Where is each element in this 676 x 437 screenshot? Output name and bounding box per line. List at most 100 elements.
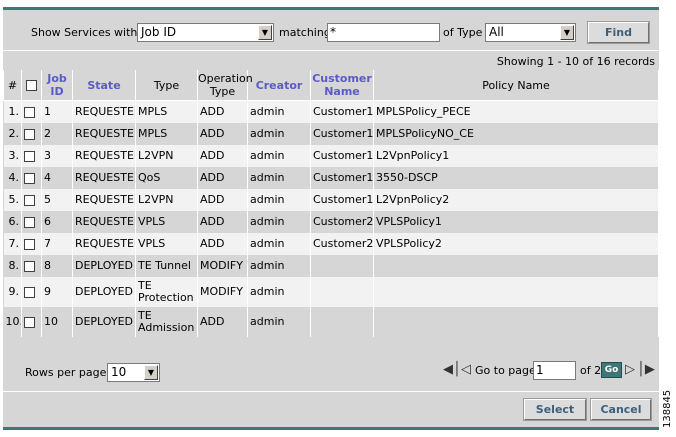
table-row[interactable]: 1. 1REQUESTEDMPLSADDadminCustomer1MPLSPol…: [3, 100, 659, 123]
row-select-checkbox[interactable]: [24, 286, 35, 298]
row-select-checkbox[interactable]: [24, 238, 35, 250]
chevron-down-icon[interactable]: ▼: [560, 25, 574, 40]
col-state-header[interactable]: State: [72, 70, 136, 101]
type-cell: TE Tunnel: [135, 255, 198, 277]
customer-cell: [310, 307, 374, 337]
policy-cell: [373, 277, 659, 307]
chevron-down-icon[interactable]: ▼: [144, 365, 158, 380]
find-button[interactable]: Find: [587, 21, 650, 44]
select-all-checkbox[interactable]: [26, 80, 37, 91]
type-cell: TE Protection: [135, 277, 198, 307]
row-select-checkbox[interactable]: [24, 150, 35, 162]
show-services-label: Show Services with: [31, 26, 138, 39]
goto-page-label: Go to page:: [475, 364, 540, 377]
row-checkbox: [21, 189, 42, 211]
row-number: 4.: [3, 167, 22, 189]
row-checkbox: [21, 100, 42, 123]
table-row[interactable]: 6. 6REQUESTEDVPLSADDadminCustomer2VPLSPol…: [3, 211, 659, 233]
policy-cell: MPLSPolicyNO_CE: [373, 123, 659, 145]
go-button[interactable]: Go: [601, 362, 622, 378]
job-id-cell: 6: [41, 211, 73, 233]
col-customer-header[interactable]: Customer Name: [310, 70, 374, 101]
row-checkbox: [21, 123, 42, 145]
customer-cell: Customer2: [310, 233, 374, 255]
table-header: # Job ID State Type Operation Type Creat…: [3, 70, 659, 101]
row-number: 6.: [3, 211, 22, 233]
type-cell: TE Admission: [135, 307, 198, 337]
operation-cell: MODIFY: [197, 255, 248, 277]
cancel-button[interactable]: Cancel: [590, 398, 652, 421]
filter-field-value: Job ID: [141, 25, 177, 39]
row-select-checkbox[interactable]: [24, 106, 35, 118]
filter-field-select[interactable]: Job ID ▼: [137, 23, 274, 42]
customer-cell: Customer2: [310, 211, 374, 233]
customer-cell: [310, 277, 374, 307]
policy-cell: VPLSPolicy2: [373, 233, 659, 255]
col-operation-header: Operation Type: [197, 70, 253, 101]
state-cell: REQUESTED: [72, 211, 136, 233]
row-checkbox: [21, 255, 42, 277]
page-count-label: of 2: [580, 364, 602, 377]
creator-cell: admin: [247, 211, 311, 233]
creator-cell: admin: [247, 233, 311, 255]
row-number: 8.: [3, 255, 22, 277]
type-select[interactable]: All ▼: [485, 23, 576, 42]
table-row[interactable]: 8. 8 DEPLOYED TE Tunnel MODIFY admin: [3, 255, 659, 277]
chevron-down-icon[interactable]: ▼: [258, 25, 272, 40]
operation-cell: ADD: [197, 145, 248, 167]
policy-cell: L2VpnPolicy1: [373, 145, 659, 167]
table-row[interactable]: 4. 4REQUESTEDQoSADDadminCustomer13550-DSC…: [3, 167, 659, 189]
prev-page-icon[interactable]: ◁: [461, 362, 471, 377]
operation-cell: ADD: [197, 189, 248, 211]
job-id-cell: 4: [41, 167, 73, 189]
table-row[interactable]: 2. 2REQUESTEDMPLSADDadminCustomer1MPLSPol…: [3, 123, 659, 145]
matching-input[interactable]: *: [327, 23, 440, 42]
filter-bar: Show Services with Job ID ▼ matching * o…: [3, 10, 659, 50]
state-cell: REQUESTED: [72, 233, 136, 255]
row-checkbox: [21, 167, 42, 189]
customer-cell: [310, 255, 374, 277]
col-job-id-header[interactable]: Job ID: [41, 70, 73, 101]
state-cell: REQUESTED: [72, 167, 136, 189]
row-number: 5.: [3, 189, 22, 211]
state-cell: REQUESTED: [72, 100, 136, 123]
select-button[interactable]: Select: [523, 398, 587, 421]
type-value: All: [489, 25, 504, 39]
policy-cell: MPLSPolicy_PECE: [373, 100, 659, 123]
table-row[interactable]: 7. 7REQUESTEDVPLSADDadminCustomer2VPLSPol…: [3, 233, 659, 255]
policy-cell: [373, 307, 659, 337]
row-select-checkbox[interactable]: [24, 172, 35, 184]
table-row[interactable]: 10. 10 DEPLOYED TE Admission ADD admin: [3, 307, 659, 337]
next-page-icon[interactable]: ▷: [625, 362, 635, 377]
table-row[interactable]: 5. 5REQUESTEDL2VPNADDadminCustomer1L2VpnP…: [3, 189, 659, 211]
creator-cell: admin: [247, 277, 311, 307]
type-cell: VPLS: [135, 233, 198, 255]
row-select-checkbox[interactable]: [24, 216, 35, 228]
job-id-cell: 9: [41, 277, 73, 307]
operation-cell: ADD: [197, 167, 248, 189]
state-cell: DEPLOYED: [72, 277, 136, 307]
row-select-checkbox[interactable]: [24, 316, 35, 328]
type-cell: L2VPN: [135, 189, 198, 211]
creator-cell: admin: [247, 100, 311, 123]
row-select-checkbox[interactable]: [24, 260, 35, 272]
customer-cell: Customer1: [310, 123, 374, 145]
rows-per-page-select[interactable]: 10 ▼: [107, 363, 160, 382]
col-creator-header[interactable]: Creator: [247, 70, 311, 101]
rows-per-page-label: Rows per page:: [25, 366, 111, 379]
row-number: 9.: [3, 277, 22, 307]
customer-cell: Customer1: [310, 189, 374, 211]
row-select-checkbox[interactable]: [24, 194, 35, 206]
divider: [3, 50, 659, 51]
row-number: 10.: [3, 307, 22, 337]
table-row[interactable]: 9. 9 DEPLOYED TE Protection MODIFY admin: [3, 277, 659, 307]
page-number-input[interactable]: 1: [533, 361, 576, 380]
last-page-icon[interactable]: │▶: [637, 362, 655, 377]
row-select-checkbox[interactable]: [24, 128, 35, 140]
first-page-icon[interactable]: ◀│: [443, 362, 461, 377]
row-checkbox: [21, 307, 42, 337]
table-row[interactable]: 3. 3REQUESTEDL2VPNADDadminCustomer1L2VpnP…: [3, 145, 659, 167]
operation-cell: ADD: [197, 100, 248, 123]
row-number: 7.: [3, 233, 22, 255]
job-id-cell: 3: [41, 145, 73, 167]
